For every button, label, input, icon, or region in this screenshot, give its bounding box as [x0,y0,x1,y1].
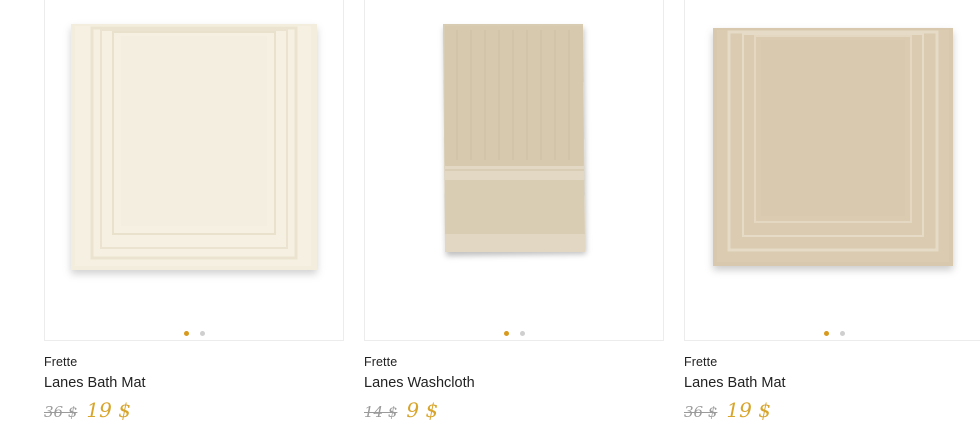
carousel-dot-active[interactable] [823,331,829,336]
sale-price: 19 $ [86,398,131,422]
ivory-bath-mat-image [71,24,317,270]
image-carousel-dots [365,331,663,336]
product-price: 14 $ 9 $ [364,398,438,422]
product-name[interactable]: Lanes Bath Mat [684,375,786,391]
image-carousel-dots [685,331,980,336]
carousel-dot-active[interactable] [503,331,509,336]
product-brand: Frette [364,355,398,369]
product-name[interactable]: Lanes Bath Mat [44,375,146,391]
beige-washcloth-image [443,24,585,252]
product-image-link[interactable] [364,0,664,341]
sale-price: 19 $ [726,398,771,422]
carousel-dot[interactable] [199,331,205,336]
product-grid: Frette Lanes Bath Mat 36 $ 19 $ Frette L… [0,0,980,444]
product-card[interactable]: Frette Lanes Bath Mat 36 $ 19 $ [684,0,980,422]
product-brand: Frette [684,355,718,369]
old-price: 36 $ [44,403,78,421]
product-card[interactable]: Frette Lanes Washcloth 14 $ 9 $ [364,0,664,422]
carousel-dot-active[interactable] [183,331,189,336]
product-brand: Frette [44,355,78,369]
old-price: 36 $ [684,403,718,421]
product-price: 36 $ 19 $ [44,398,131,422]
product-image-link[interactable] [684,0,980,341]
product-image-link[interactable] [44,0,344,341]
carousel-dot[interactable] [519,331,525,336]
sand-bath-mat-image [713,28,953,266]
product-card[interactable]: Frette Lanes Bath Mat 36 $ 19 $ [44,0,344,422]
carousel-dot[interactable] [839,331,845,336]
sale-price: 9 $ [406,398,439,422]
old-price: 14 $ [364,403,398,421]
image-carousel-dots [45,331,343,336]
product-name[interactable]: Lanes Washcloth [364,375,475,391]
product-price: 36 $ 19 $ [684,398,771,422]
